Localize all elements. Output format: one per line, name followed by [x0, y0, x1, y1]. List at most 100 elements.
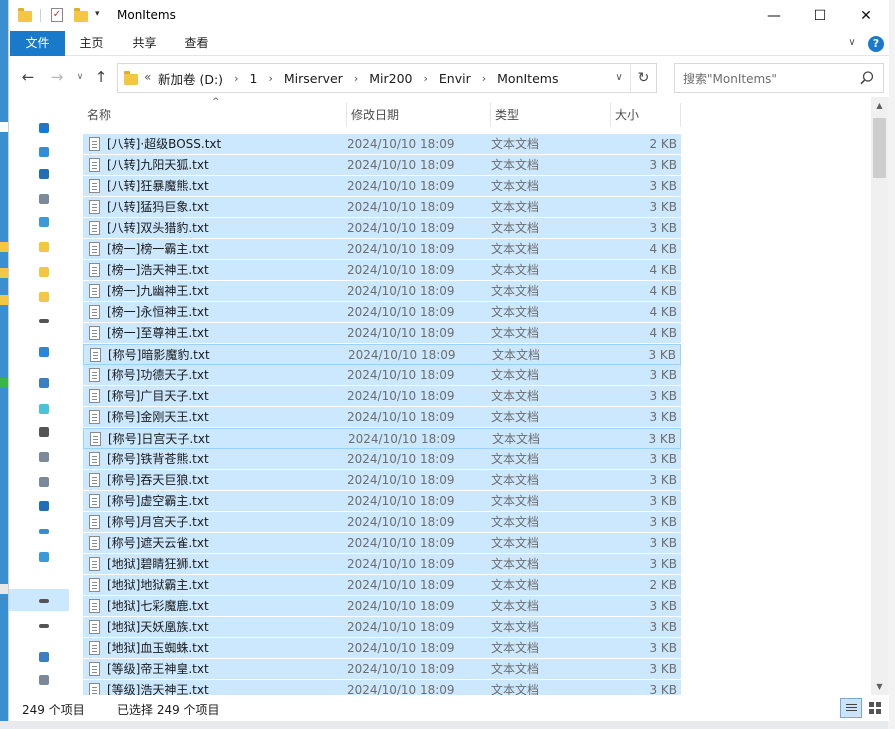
- back-button[interactable]: ←: [18, 67, 38, 87]
- table-row[interactable]: [榜一]永恒神王.txt 2024/10/10 18:09 文本文档 4 KB: [83, 302, 681, 323]
- tab-home[interactable]: 主页: [69, 31, 114, 56]
- file-type: 文本文档: [491, 221, 540, 235]
- close-button[interactable]: ✕: [843, 0, 889, 31]
- drive-icon[interactable]: [39, 599, 49, 603]
- table-row[interactable]: [地狱]天妖凰族.txt 2024/10/10 18:09 文本文档 3 KB: [83, 617, 681, 638]
- desktop-icon[interactable]: [39, 147, 49, 157]
- table-row[interactable]: [榜一]九幽神王.txt 2024/10/10 18:09 文本文档 4 KB: [83, 281, 681, 302]
- new-folder-icon[interactable]: [73, 7, 89, 23]
- search-input[interactable]: [683, 70, 853, 87]
- table-row[interactable]: [等级]帝王神皇.txt 2024/10/10 18:09 文本文档 3 KB: [83, 659, 681, 680]
- table-row[interactable]: [八转]双头猎豹.txt 2024/10/10 18:09 文本文档 3 KB: [83, 218, 681, 239]
- table-row[interactable]: [地狱]七彩魔鹿.txt 2024/10/10 18:09 文本文档 3 KB: [83, 596, 681, 617]
- chevron-right-icon[interactable]: ›: [482, 72, 486, 85]
- table-row[interactable]: [八转]九阳天狐.txt 2024/10/10 18:09 文本文档 3 KB: [83, 155, 681, 176]
- table-row[interactable]: [称号]日宫天子.txt 2024/10/10 18:09 文本文档 3 KB: [83, 428, 681, 449]
- scroll-down-icon[interactable]: ▼: [871, 678, 888, 695]
- onedrive-icon[interactable]: [39, 347, 49, 357]
- table-row[interactable]: [八转]猛犸巨象.txt 2024/10/10 18:09 文本文档 3 KB: [83, 197, 681, 218]
- scroll-up-icon[interactable]: ▲: [871, 97, 888, 114]
- text-file-icon: [89, 305, 100, 319]
- table-row[interactable]: [八转]·超级BOSS.txt 2024/10/10 18:09 文本文档 2 KB: [83, 134, 681, 155]
- pictures-icon[interactable]: [39, 217, 49, 227]
- forward-button[interactable]: →: [47, 67, 67, 87]
- column-header-date[interactable]: 修改日期: [347, 103, 491, 127]
- downloads-icon[interactable]: [39, 169, 49, 179]
- search-box[interactable]: [674, 63, 884, 93]
- column-header-name[interactable]: 名称: [83, 103, 347, 127]
- breadcrumb-item-current[interactable]: MonItems: [497, 71, 558, 86]
- chevron-down-icon[interactable]: ∨: [609, 64, 629, 92]
- maximize-button[interactable]: ☐: [797, 0, 843, 31]
- quick-access-icon[interactable]: [39, 123, 49, 133]
- drive-icon[interactable]: [39, 319, 49, 323]
- table-row[interactable]: [等级]浩天神王.txt 2024/10/10 18:09 文本文档 3 KB: [83, 680, 681, 695]
- downloads-icon[interactable]: [39, 501, 49, 511]
- properties-check-icon[interactable]: ✓: [49, 7, 65, 23]
- documents-icon[interactable]: [39, 477, 49, 487]
- recent-locations-button[interactable]: ∨: [70, 67, 90, 87]
- help-icon[interactable]: ?: [868, 36, 884, 52]
- table-row[interactable]: [地狱]血玉蜘蛛.txt 2024/10/10 18:09 文本文档 3 KB: [83, 638, 681, 659]
- table-row[interactable]: [地狱]碧睛狂狮.txt 2024/10/10 18:09 文本文档 3 KB: [83, 554, 681, 575]
- pictures-icon[interactable]: [39, 452, 49, 462]
- file-size: 3 KB: [649, 599, 677, 613]
- documents-icon[interactable]: [39, 194, 49, 204]
- table-row[interactable]: [称号]金刚天王.txt 2024/10/10 18:09 文本文档 3 KB: [83, 407, 681, 428]
- table-row[interactable]: [称号]暗影魔豹.txt 2024/10/10 18:09 文本文档 3 KB: [83, 344, 681, 365]
- table-row[interactable]: [八转]狂暴魔熊.txt 2024/10/10 18:09 文本文档 3 KB: [83, 176, 681, 197]
- breadcrumb-item[interactable]: 1: [249, 71, 257, 86]
- chevron-right-icon[interactable]: ›: [268, 72, 272, 85]
- chevron-right-icon[interactable]: ›: [423, 72, 427, 85]
- column-header-type[interactable]: 类型: [491, 103, 611, 127]
- chevron-right-icon[interactable]: ›: [354, 72, 358, 85]
- search-icon[interactable]: [859, 70, 875, 86]
- breadcrumb-item[interactable]: Mirserver: [284, 71, 343, 86]
- ribbon-expand-icon[interactable]: ∨: [845, 36, 859, 50]
- folder-icon[interactable]: [39, 292, 49, 302]
- up-button[interactable]: ↑: [91, 67, 111, 87]
- table-row[interactable]: [称号]广目天子.txt 2024/10/10 18:09 文本文档 3 KB: [83, 386, 681, 407]
- folder-icon[interactable]: [39, 267, 49, 277]
- table-row[interactable]: [称号]吞天巨狼.txt 2024/10/10 18:09 文本文档 3 KB: [83, 470, 681, 491]
- tab-share[interactable]: 共享: [122, 31, 167, 56]
- network-item-icon[interactable]: [39, 675, 49, 685]
- table-row[interactable]: [称号]虚空霸主.txt 2024/10/10 18:09 文本文档 3 KB: [83, 491, 681, 512]
- minimize-button[interactable]: —: [751, 0, 797, 31]
- network-icon[interactable]: [39, 652, 49, 662]
- music-icon[interactable]: [39, 529, 49, 534]
- table-row[interactable]: [称号]功德天子.txt 2024/10/10 18:09 文本文档 3 KB: [83, 365, 681, 386]
- table-row[interactable]: [地狱]地狱霸主.txt 2024/10/10 18:09 文本文档 2 KB: [83, 575, 681, 596]
- address-bar[interactable]: « 新加卷 (D:) › 1 › Mirserver › Mir200 › En…: [117, 63, 657, 93]
- vertical-scrollbar[interactable]: ▲ ▼: [871, 97, 888, 695]
- address-overflow-icon[interactable]: «: [144, 70, 151, 84]
- table-row[interactable]: [称号]月宫天子.txt 2024/10/10 18:09 文本文档 3 KB: [83, 512, 681, 533]
- desktop-icon[interactable]: [39, 552, 49, 562]
- videos-icon[interactable]: [39, 427, 49, 437]
- drive-icon[interactable]: [39, 624, 49, 628]
- file-name: [称号]铁背苍熊.txt: [107, 452, 209, 466]
- qat-dropdown-icon[interactable]: ▾: [95, 9, 100, 19]
- breadcrumb-item[interactable]: Envir: [439, 71, 471, 86]
- table-row[interactable]: [榜一]至尊神王.txt 2024/10/10 18:09 文本文档 4 KB: [83, 323, 681, 344]
- table-row[interactable]: [榜一]榜一霸主.txt 2024/10/10 18:09 文本文档 4 KB: [83, 239, 681, 260]
- file-date: 2024/10/10 18:09: [347, 179, 455, 193]
- chevron-right-icon[interactable]: ›: [234, 72, 238, 85]
- breadcrumb-item[interactable]: Mir200: [369, 71, 412, 86]
- this-pc-icon[interactable]: [39, 378, 49, 388]
- tab-view[interactable]: 查看: [174, 31, 219, 56]
- table-row[interactable]: [称号]铁背苍熊.txt 2024/10/10 18:09 文本文档 3 KB: [83, 449, 681, 470]
- tab-file[interactable]: 文件: [10, 31, 65, 56]
- table-row[interactable]: [榜一]浩天神王.txt 2024/10/10 18:09 文本文档 4 KB: [83, 260, 681, 281]
- scrollbar-thumb[interactable]: [873, 118, 886, 178]
- folder-icon[interactable]: [39, 242, 49, 252]
- table-row[interactable]: [称号]遮天云雀.txt 2024/10/10 18:09 文本文档 3 KB: [83, 533, 681, 554]
- refresh-icon[interactable]: ↻: [630, 64, 656, 92]
- large-icons-view-button[interactable]: [864, 698, 886, 718]
- 3d-objects-icon[interactable]: [39, 404, 49, 414]
- column-header-size[interactable]: 大小: [611, 103, 681, 127]
- details-view-button[interactable]: [840, 698, 862, 718]
- file-date: 2024/10/10 18:09: [348, 348, 456, 362]
- folder-icon[interactable]: [17, 7, 33, 23]
- breadcrumb-item[interactable]: 新加卷 (D:): [158, 69, 223, 88]
